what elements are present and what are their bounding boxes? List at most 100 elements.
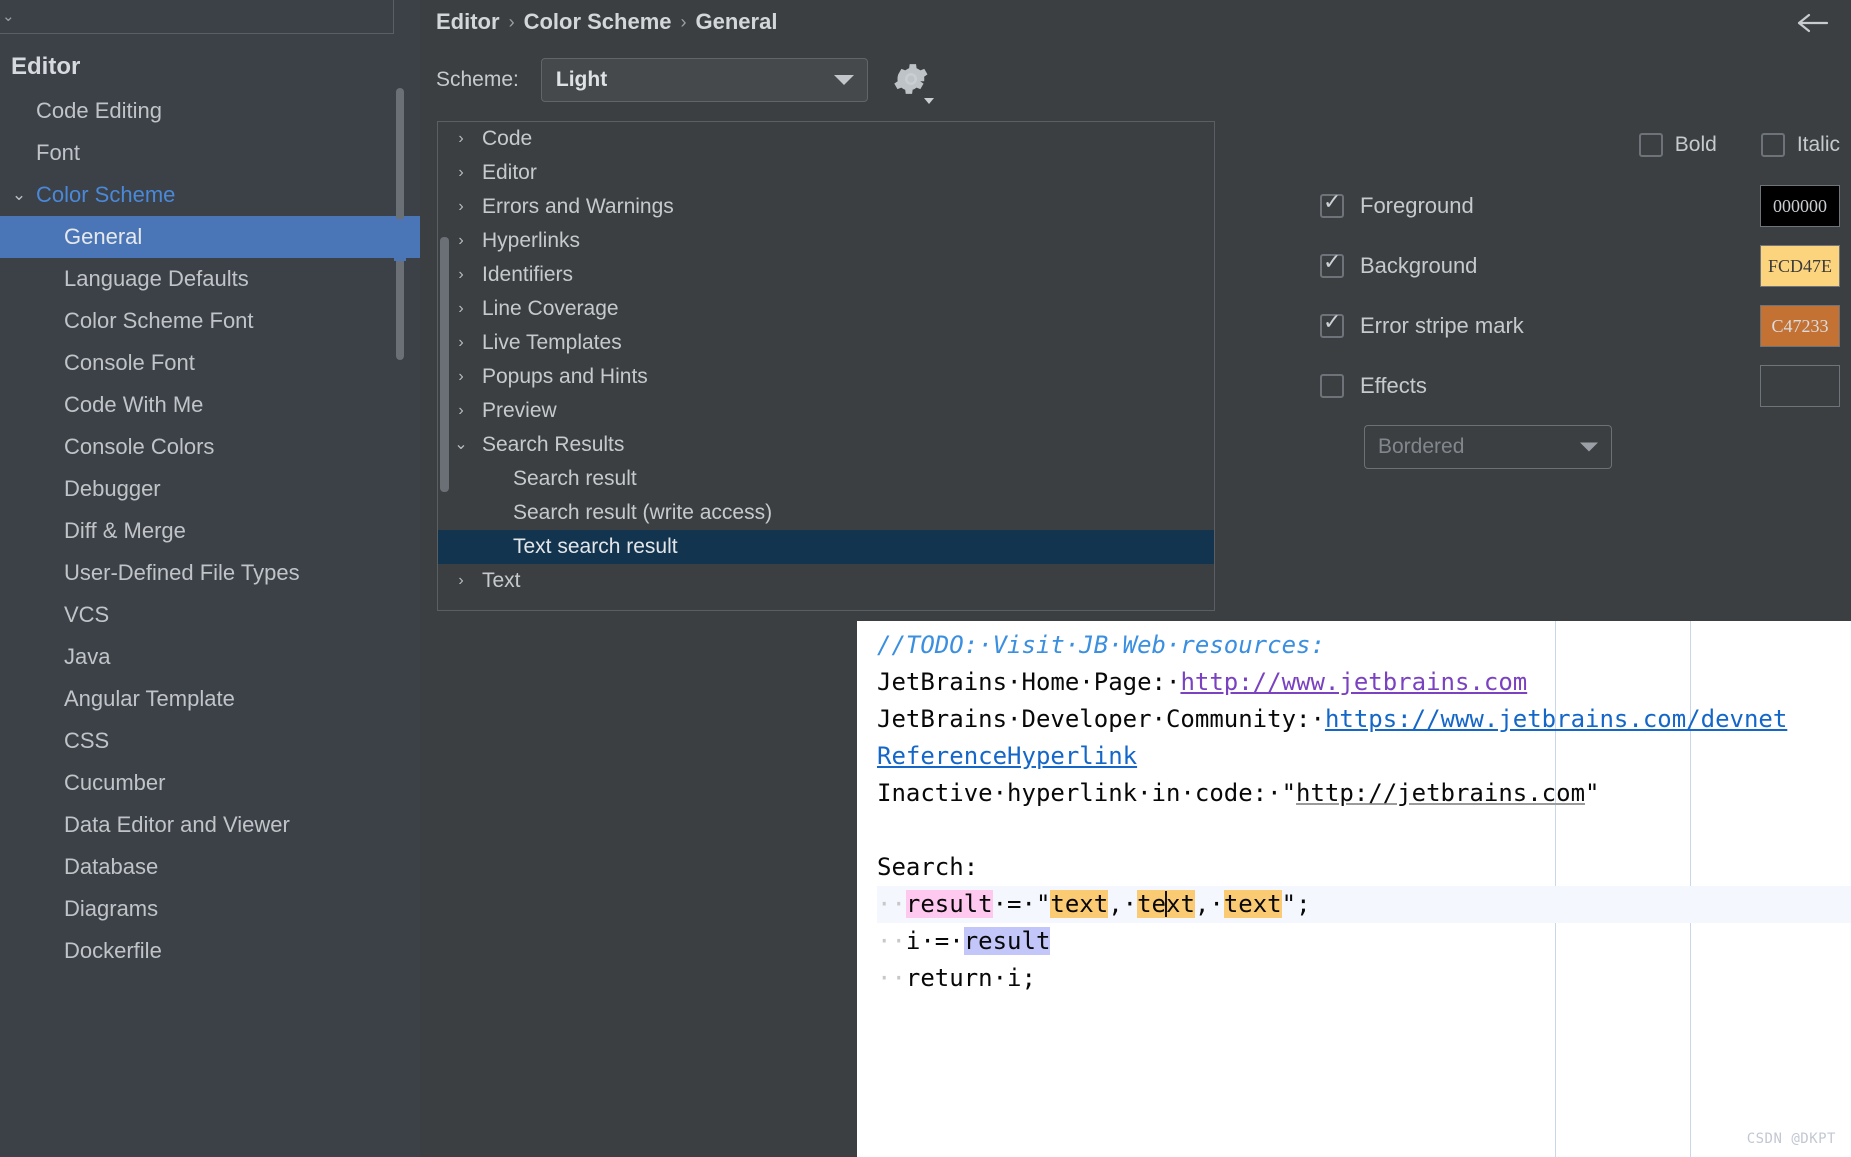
tree-item-search-results[interactable]: ⌄ Search Results bbox=[438, 428, 1214, 462]
preview-code-line: ··return·i; bbox=[877, 960, 1851, 997]
sidebar-item-label: Cucumber bbox=[64, 770, 166, 795]
sidebar-item-console-colors[interactable]: Console Colors bbox=[0, 426, 420, 468]
tree-item-label: Identifiers bbox=[482, 263, 574, 286]
tree-item-label: Code bbox=[482, 127, 533, 150]
tree-scrollbar[interactable] bbox=[440, 237, 449, 492]
code-span: //TODO:·Visit·JB·Web·resources: bbox=[877, 631, 1325, 659]
tree-item-live-templates[interactable]: › Live Templates bbox=[438, 326, 1214, 360]
sidebar-item-color-scheme[interactable]: ⌄ Color Scheme bbox=[0, 174, 420, 216]
background-color-swatch[interactable]: FCD47E bbox=[1760, 245, 1840, 287]
foreground-checkbox[interactable] bbox=[1320, 190, 1344, 218]
foreground-color-swatch[interactable]: 000000 bbox=[1760, 185, 1840, 227]
tree-item-text[interactable]: › Text bbox=[438, 564, 1214, 598]
code-span: " bbox=[1585, 779, 1600, 807]
sidebar-item-language-defaults[interactable]: Language Defaults bbox=[0, 258, 420, 300]
sidebar-item-database[interactable]: Database bbox=[0, 846, 420, 888]
text-caret bbox=[1165, 891, 1168, 917]
sidebar-tree: Editor Code Editing Font ⌄ Color Scheme Gene… bbox=[0, 44, 420, 972]
tree-item-code[interactable]: › Code bbox=[438, 122, 1214, 156]
breadcrumb-part-editor[interactable]: Editor bbox=[436, 9, 500, 35]
chevron-right-icon[interactable]: › bbox=[452, 564, 470, 598]
sidebar-item-color-scheme-font[interactable]: Color Scheme Font bbox=[0, 300, 420, 342]
sidebar-item-general[interactable]: General bbox=[0, 216, 420, 258]
back-arrow-icon[interactable] bbox=[1797, 0, 1829, 44]
tree-item-hyperlinks[interactable]: › Hyperlinks bbox=[438, 224, 1214, 258]
chevron-right-icon[interactable]: › bbox=[452, 224, 470, 258]
breadcrumb: Editor › Color Scheme › General bbox=[436, 0, 777, 44]
code-span: Inactive·hyperlink·in·code:·" bbox=[877, 779, 1297, 807]
italic-checkbox-box bbox=[1760, 133, 1785, 157]
scheme-label: Scheme: bbox=[436, 68, 519, 91]
chevron-right-icon[interactable]: › bbox=[452, 292, 470, 326]
tree-item-label: Search result bbox=[513, 467, 637, 490]
chevron-down-icon[interactable]: ⌄ bbox=[452, 428, 470, 462]
sidebar-item-label: Database bbox=[64, 854, 159, 879]
tree-item-text-search-result[interactable]: Text search result bbox=[438, 530, 1214, 564]
chevron-right-icon[interactable]: › bbox=[452, 258, 470, 292]
chevron-right-icon[interactable]: › bbox=[452, 360, 470, 394]
sidebar-item-dockerfile[interactable]: Dockerfile bbox=[0, 930, 420, 972]
background-checkbox[interactable] bbox=[1320, 250, 1344, 278]
code-span: text bbox=[1137, 890, 1195, 918]
attributes-panel: Bold Italic Foreground 000000 Background bbox=[1320, 125, 1840, 545]
effect-type-select[interactable]: Bordered bbox=[1364, 425, 1612, 469]
effects-checkbox[interactable] bbox=[1320, 374, 1344, 398]
tree-item-identifiers[interactable]: › Identifiers bbox=[438, 258, 1214, 292]
sidebar-item-debugger[interactable]: Debugger bbox=[0, 468, 420, 510]
preview-code-line: JetBrains·Developer·Community:·https://w… bbox=[877, 701, 1851, 738]
tree-item-preview[interactable]: › Preview bbox=[438, 394, 1214, 428]
chevron-right-icon[interactable]: › bbox=[452, 156, 470, 190]
code-span: https://www.jetbrains.com/devnet bbox=[1324, 705, 1788, 733]
effects-color-swatch[interactable] bbox=[1760, 365, 1840, 407]
gear-icon[interactable] bbox=[892, 60, 934, 104]
tree-item-search-result-write-access[interactable]: Search result (write access) bbox=[438, 496, 1214, 530]
sidebar-item-code-with-me[interactable]: Code With Me bbox=[0, 384, 420, 426]
sidebar-item-css[interactable]: CSS bbox=[0, 720, 420, 762]
italic-checkbox[interactable]: Italic bbox=[1760, 133, 1840, 157]
effects-row: Effects bbox=[1320, 363, 1840, 409]
code-span: ,· bbox=[1194, 890, 1224, 918]
error-stripe-checkbox[interactable] bbox=[1320, 310, 1344, 338]
code-span: ·· bbox=[877, 927, 906, 955]
breadcrumb-part-general[interactable]: General bbox=[696, 9, 778, 35]
sidebar-selection-marker bbox=[394, 219, 406, 261]
chevron-right-icon[interactable]: › bbox=[452, 122, 470, 156]
sidebar-search-input[interactable]: ⌄ bbox=[0, 0, 394, 34]
sidebar-item-user-defined-file-types[interactable]: User-Defined File Types bbox=[0, 552, 420, 594]
breadcrumb-part-color-scheme[interactable]: Color Scheme bbox=[524, 9, 672, 35]
tree-item-search-result[interactable]: Search result bbox=[438, 462, 1214, 496]
sidebar-item-label: Data Editor and Viewer bbox=[64, 812, 290, 837]
sidebar-item-font[interactable]: Font bbox=[0, 132, 420, 174]
sidebar-item-cucumber[interactable]: Cucumber bbox=[0, 762, 420, 804]
sidebar-item-java[interactable]: Java bbox=[0, 636, 420, 678]
chevron-right-icon[interactable]: › bbox=[452, 190, 470, 224]
sidebar-item-console-font[interactable]: Console Font bbox=[0, 342, 420, 384]
tree-item-line-coverage[interactable]: › Line Coverage bbox=[438, 292, 1214, 326]
chevron-right-icon[interactable]: › bbox=[452, 394, 470, 428]
background-color-value: FCD47E bbox=[1767, 255, 1832, 276]
code-span: JetBrains·Developer·Community:· bbox=[877, 705, 1325, 733]
scheme-select[interactable]: Light bbox=[540, 58, 868, 102]
background-row: Background FCD47E bbox=[1320, 243, 1840, 289]
code-preview[interactable]: //TODO:·Visit·JB·Web·resources: JetBrains… bbox=[857, 621, 1851, 1157]
sidebar-item-data-editor-and-viewer[interactable]: Data Editor and Viewer bbox=[0, 804, 420, 846]
tree-item-errors-and-warnings[interactable]: › Errors and Warnings bbox=[438, 190, 1214, 224]
chevron-down-icon[interactable]: ⌄ bbox=[10, 174, 28, 216]
gear-dropdown-arrow-icon bbox=[923, 98, 934, 104]
sidebar-item-diagrams[interactable]: Diagrams bbox=[0, 888, 420, 930]
tree-item-editor[interactable]: › Editor bbox=[438, 156, 1214, 190]
color-settings-tree[interactable]: › Code › Editor › Errors and Warnings › Hyperli… bbox=[437, 121, 1215, 611]
chevron-right-icon[interactable]: › bbox=[452, 326, 470, 360]
sidebar-item-diff-merge[interactable]: Diff & Merge bbox=[0, 510, 420, 552]
bold-checkbox[interactable]: Bold bbox=[1638, 133, 1717, 157]
error-stripe-color-swatch[interactable]: C47233 bbox=[1760, 305, 1840, 347]
code-span: result bbox=[905, 890, 993, 918]
tree-item-label: Line Coverage bbox=[482, 297, 619, 320]
sidebar-item-angular-template[interactable]: Angular Template bbox=[0, 678, 420, 720]
sidebar-item-label: Java bbox=[64, 644, 111, 669]
search-caret-icon: ⌄ bbox=[2, 8, 15, 25]
sidebar-item-vcs[interactable]: VCS bbox=[0, 594, 420, 636]
tree-item-label: Errors and Warnings bbox=[482, 195, 674, 218]
sidebar-item-code-editing[interactable]: Code Editing bbox=[0, 90, 420, 132]
tree-item-popups-and-hints[interactable]: › Popups and Hints bbox=[438, 360, 1214, 394]
